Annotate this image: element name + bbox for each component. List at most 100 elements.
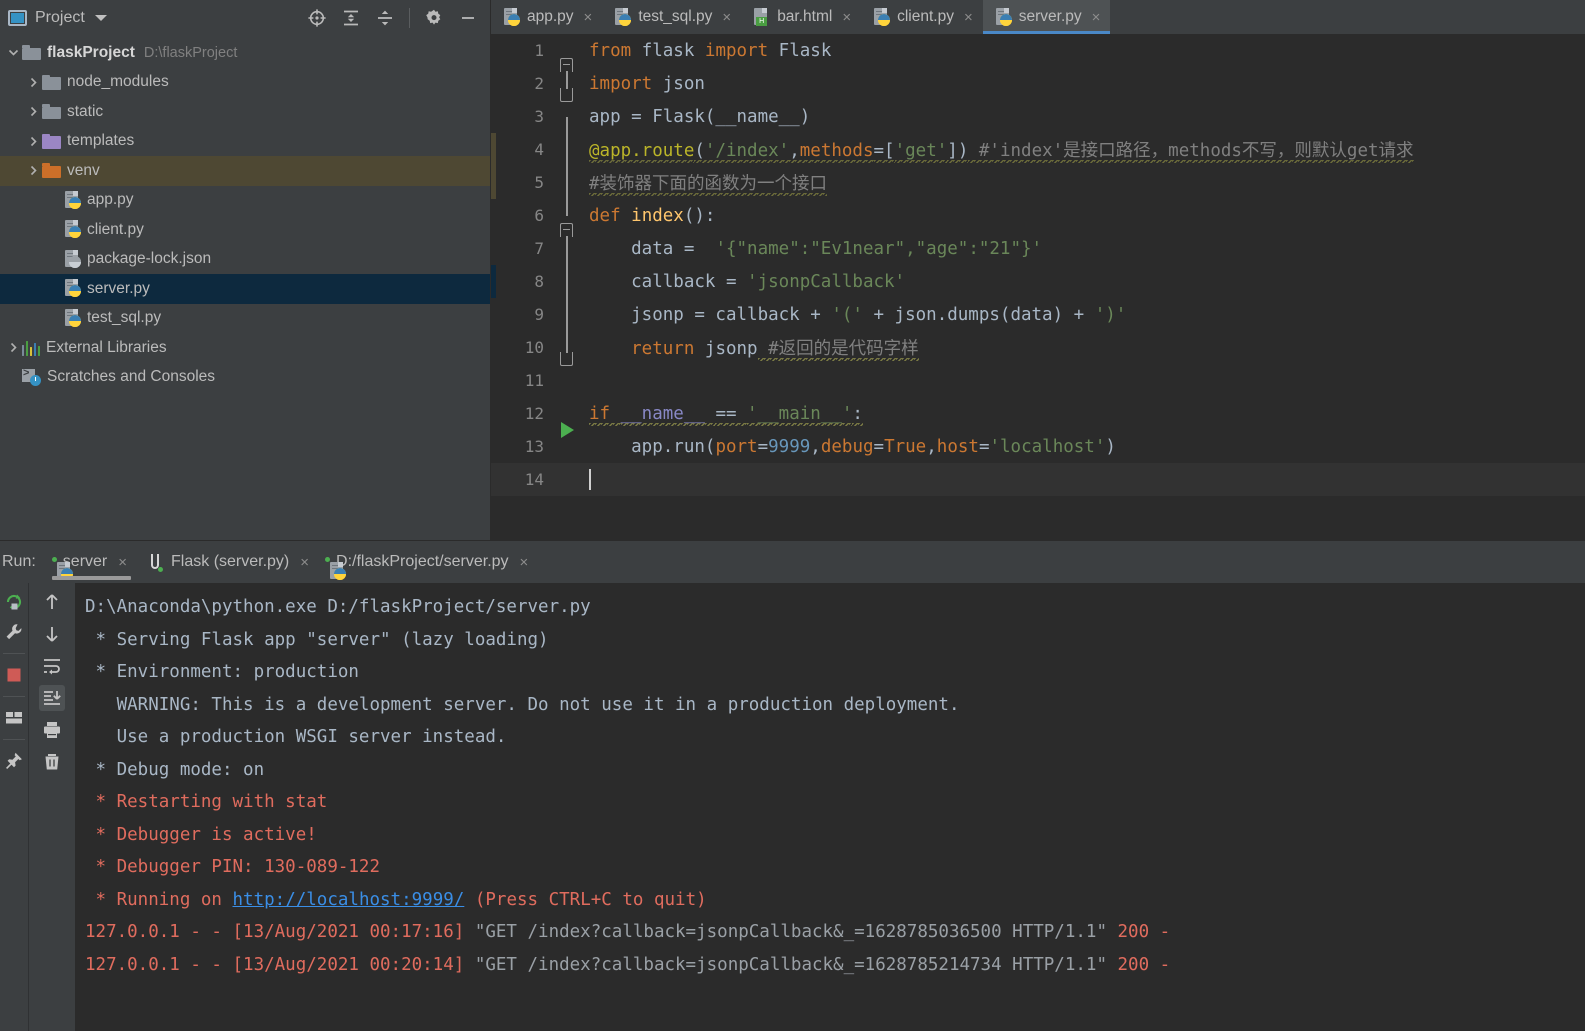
close-icon[interactable]: × — [584, 9, 593, 26]
console-line: * Restarting with stat — [85, 786, 1585, 819]
print-icon[interactable] — [39, 717, 65, 743]
code-text: from flask import Flask — [589, 40, 832, 61]
code-editor[interactable]: 1 from flask import Flask 2 import json 3 app… — [491, 34, 1585, 540]
tree-item-test-sql-py[interactable]: test_sql.py — [0, 304, 490, 334]
tree-item-static[interactable]: static — [0, 97, 490, 127]
editor-tab-client-py[interactable]: client.py × — [861, 0, 983, 34]
editor-tab-test-sql-py[interactable]: test_sql.py × — [602, 0, 741, 34]
code-text: jsonp = callback + '(' + json.dumps(data… — [589, 304, 1127, 325]
code-line-3[interactable]: 3 app = Flask(__name__) — [491, 100, 1585, 150]
layout-icon[interactable] — [1, 705, 27, 731]
arrow-down-icon[interactable] — [39, 621, 65, 647]
scroll-to-end-icon[interactable] — [39, 685, 65, 711]
folder-icon — [42, 133, 61, 149]
stop-icon[interactable] — [1, 662, 27, 688]
settings-wrench-icon[interactable] — [1, 619, 27, 645]
close-icon[interactable]: × — [1092, 9, 1101, 26]
code-line-2[interactable]: 2 import json — [491, 67, 1585, 102]
run-console-output[interactable]: D:\Anaconda\python.exe D:/flaskProject/s… — [75, 583, 1585, 1031]
arrow-up-icon[interactable] — [39, 589, 65, 615]
tree-item-label: static — [67, 102, 104, 120]
chevron-right-icon[interactable] — [24, 77, 42, 88]
console-text: * Restarting with stat — [85, 792, 328, 812]
editor-tab-bar-html[interactable]: Hbar.html × — [741, 0, 861, 34]
tree-item-label: test_sql.py — [87, 309, 162, 327]
run-console-toolbar — [28, 583, 75, 1031]
close-icon[interactable]: × — [520, 554, 529, 571]
top-region: Project flaskProject D:\flaskProject nod… — [0, 0, 1585, 540]
close-icon[interactable]: × — [300, 554, 309, 571]
chevron-down-icon[interactable] — [94, 15, 107, 21]
code-line-11[interactable]: 11 — [491, 364, 1585, 397]
editor-tab-label: test_sql.py — [638, 8, 713, 25]
chevron-right-icon[interactable] — [24, 106, 42, 117]
python-file-icon — [64, 220, 81, 239]
console-link[interactable]: http://localhost:9999/ — [233, 890, 465, 910]
tree-item-package-lock-json[interactable]: package-lock.json — [0, 245, 490, 275]
code-line-6[interactable]: 6 def index(): — [491, 199, 1585, 249]
rerun-icon[interactable] — [1, 589, 27, 615]
code-line-12[interactable]: 12 if __name__ == '__main__': — [491, 397, 1585, 438]
scratches-icon — [22, 367, 41, 386]
tree-item-flaskproject[interactable]: flaskProject D:\flaskProject — [0, 38, 490, 68]
project-file-tree[interactable]: flaskProject D:\flaskProject node_moduless… — [0, 36, 490, 540]
trash-icon[interactable] — [39, 749, 65, 775]
chevron-right-icon[interactable] — [4, 342, 22, 353]
python-file-icon — [995, 7, 1012, 27]
editor-tab-server-py[interactable]: server.py × — [982, 0, 1111, 34]
console-text: * Serving Flask app "server" (lazy loadi… — [85, 629, 549, 650]
console-line: 127.0.0.1 - - [13/Aug/2021 00:20:14] "GE… — [85, 949, 1585, 982]
close-icon[interactable]: × — [964, 9, 973, 26]
code-lines[interactable]: 1 from flask import Flask 2 import json 3 app… — [491, 34, 1585, 540]
minimize-icon[interactable] — [458, 8, 478, 28]
tree-item-templates[interactable]: templates — [0, 127, 490, 157]
expand-all-icon[interactable] — [341, 8, 361, 28]
editor-tab-label: app.py — [527, 8, 574, 25]
settings-gear-icon[interactable] — [424, 8, 444, 28]
tree-item-server-py[interactable]: server.py — [0, 274, 490, 304]
code-line-7[interactable]: 7 data = '{"name":"Ev1near","age":"21"}' — [491, 232, 1585, 282]
run-tabs[interactable]: server × Flask (server.py) × D:/flaskProject… — [46, 541, 539, 583]
editor-tab-label: server.py — [1018, 8, 1082, 25]
close-icon[interactable]: × — [722, 9, 731, 26]
code-line-1[interactable]: 1 from flask import Flask — [491, 34, 1585, 84]
tree-item-scratches-and-consoles[interactable]: Scratches and Consoles — [0, 363, 490, 393]
close-icon[interactable]: × — [118, 554, 127, 571]
console-text: (Press CTRL+C to quit) — [464, 889, 707, 910]
code-line-4[interactable]: 4 @app.route('/index',methods=['get']) #'… — [491, 133, 1585, 183]
code-line-13[interactable]: 13 app.run(port=9999,debug=True,host='lo… — [491, 430, 1585, 463]
run-tab-d-flaskproject-server-py[interactable]: D:/flaskProject/server.py × — [319, 541, 538, 583]
project-window-icon — [8, 10, 27, 26]
tree-item-venv[interactable]: venv — [0, 156, 490, 186]
console-line: * Running on http://localhost:9999/ (Pre… — [85, 884, 1585, 917]
gutter-marker — [491, 265, 496, 298]
locate-target-icon[interactable] — [307, 8, 327, 28]
code-line-8[interactable]: 8 callback = 'jsonpCallback' — [491, 265, 1585, 315]
code-line-10[interactable]: 10 return jsonp #返回的是代码字样 — [491, 331, 1585, 366]
project-title-group[interactable]: Project — [8, 9, 107, 27]
collapse-all-icon[interactable] — [375, 8, 395, 28]
chevron-down-icon[interactable] — [4, 47, 22, 58]
chevron-right-icon[interactable] — [24, 165, 42, 176]
editor-tab-app-py[interactable]: app.py × — [491, 0, 602, 34]
code-line-14[interactable]: 14 — [491, 463, 1585, 496]
run-tab-server[interactable]: server × — [46, 541, 137, 583]
console-line: 127.0.0.1 - - [13/Aug/2021 00:17:16] "GE… — [85, 916, 1585, 949]
soft-wrap-icon[interactable] — [39, 653, 65, 679]
tree-item-external-libraries[interactable]: External Libraries — [0, 333, 490, 363]
console-text: 127.0.0.1 - - [13/Aug/2021 00:17:16] — [85, 922, 475, 942]
editor-tab-bar[interactable]: app.py × test_sql.py × Hbar.html × client.py × s… — [491, 0, 1585, 34]
pin-icon[interactable] — [1, 748, 27, 774]
code-line-9[interactable]: 9 jsonp = callback + '(' + json.dumps(da… — [491, 298, 1585, 348]
console-line: WARNING: This is a development server. D… — [85, 689, 1585, 722]
run-label: Run: — [2, 553, 36, 570]
tree-item-app-py[interactable]: app.py — [0, 186, 490, 216]
chevron-right-icon[interactable] — [24, 136, 42, 147]
tree-item-client-py[interactable]: client.py — [0, 215, 490, 245]
code-line-5[interactable]: 5 #装饰器下面的函数为一个接口 — [491, 166, 1585, 216]
console-text: * Running on — [85, 889, 233, 910]
line-number: 6 — [534, 206, 544, 225]
tree-item-node-modules[interactable]: node_modules — [0, 68, 490, 98]
run-tab-flask-server-py-[interactable]: Flask (server.py) × — [137, 541, 319, 583]
close-icon[interactable]: × — [842, 9, 851, 26]
